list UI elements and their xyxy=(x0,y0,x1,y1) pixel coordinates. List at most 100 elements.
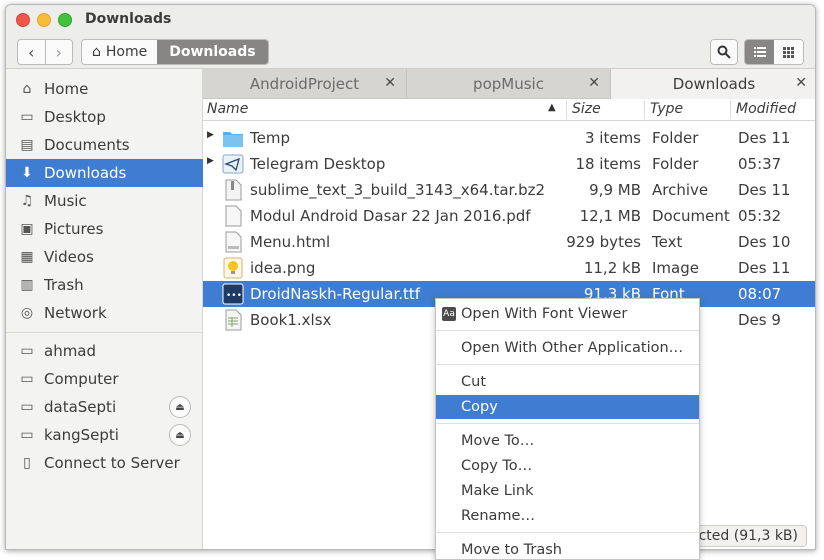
grid-view-icon xyxy=(783,46,794,58)
tab-label: Downloads xyxy=(672,75,756,93)
file-size: 12,1 MB xyxy=(579,207,641,225)
menu-item-open-with-other-application[interactable]: Open With Other Application… xyxy=(436,336,699,360)
menu-item-copy-to[interactable]: Copy To… xyxy=(436,454,699,478)
breadcrumb-home[interactable]: ⌂ Home xyxy=(82,40,158,64)
table-row[interactable]: idea.png 11,2 kB Image Des 11 xyxy=(203,255,815,281)
toolbar-right xyxy=(710,39,804,65)
sidebar-item-downloads[interactable]: ⬇ Downloads xyxy=(6,159,203,187)
menu-separator xyxy=(436,423,699,424)
chevron-right-icon: › xyxy=(55,42,62,62)
file-modified: 05:37 xyxy=(738,155,782,173)
back-button[interactable]: ‹ xyxy=(18,40,45,64)
sidebar-item-pictures[interactable]: ▣ Pictures xyxy=(6,215,203,243)
file-type: Folder xyxy=(652,155,699,173)
sidebar-item-videos[interactable]: ▦ Videos xyxy=(6,243,203,271)
file-modified: Des 9 xyxy=(738,311,781,329)
close-icon[interactable]: ✕ xyxy=(588,75,600,91)
document-icon xyxy=(225,205,242,227)
close-window-button[interactable] xyxy=(16,13,30,27)
column-type[interactable]: Type xyxy=(650,101,683,117)
window-title: Downloads xyxy=(85,11,172,27)
expand-arrow-icon[interactable]: ▶ xyxy=(207,156,214,166)
menu-item-cut[interactable]: Cut xyxy=(436,370,699,394)
sidebar-item-label: Documents xyxy=(44,136,130,154)
menu-item-move-to-trash[interactable]: Move to Trash xyxy=(436,538,699,559)
menu-item-label: Cut xyxy=(461,374,486,390)
close-icon[interactable]: ✕ xyxy=(384,75,396,91)
menu-separator xyxy=(436,532,699,533)
table-row[interactable]: Menu.html 929 bytes Text Des 10 xyxy=(203,229,815,255)
list-view-button[interactable] xyxy=(745,40,774,64)
eject-icon[interactable]: ⏏ xyxy=(169,396,191,418)
tab-downloads[interactable]: Downloads ✕ xyxy=(611,69,815,99)
column-name[interactable]: Name xyxy=(207,101,248,117)
downloads-icon: ⬇ xyxy=(21,165,33,181)
image-icon xyxy=(223,257,243,279)
sidebar-item-label: Connect to Server xyxy=(44,454,180,472)
home-icon: ⌂ xyxy=(92,44,101,60)
sidebar-item-label: Music xyxy=(44,192,87,210)
sidebar-item-computer[interactable]: ▭ Computer xyxy=(6,365,203,393)
menu-item-open-with-font-viewer[interactable]: Aa Open With Font Viewer xyxy=(436,302,699,326)
file-name: DroidNaskh-Regular.ttf xyxy=(250,285,421,303)
sidebar-item-documents[interactable]: ▤ Documents xyxy=(6,131,203,159)
close-icon[interactable]: ✕ xyxy=(795,75,807,91)
tab-popmusic[interactable]: popMusic ✕ xyxy=(407,69,611,99)
menu-separator xyxy=(436,330,699,331)
sidebar-item-network[interactable]: ◎ Network xyxy=(6,299,203,327)
file-modified: Des 11 xyxy=(738,259,791,277)
breadcrumb-downloads[interactable]: Downloads xyxy=(157,40,268,64)
menu-item-rename[interactable]: Rename… xyxy=(436,504,699,528)
forward-button[interactable]: › xyxy=(44,40,73,64)
sidebar-item-desktop[interactable]: ▭ Desktop xyxy=(6,103,203,131)
sidebar-item-label: Pictures xyxy=(44,220,104,238)
search-button[interactable] xyxy=(710,39,738,65)
telegram-folder-icon xyxy=(222,154,244,174)
menu-item-copy[interactable]: Copy xyxy=(436,395,699,419)
column-divider xyxy=(730,101,731,119)
sidebar-item-music[interactable]: ♫ Music xyxy=(6,187,203,215)
file-type: Document xyxy=(652,207,730,225)
chevron-left-icon: ‹ xyxy=(28,42,35,62)
column-header: Name ▲ Size Type Modified xyxy=(203,99,815,121)
table-row[interactable]: ▶ Telegram Desktop 18 items Folder 05:37 xyxy=(203,151,815,177)
navigation-buttons: ‹ › xyxy=(17,39,73,65)
network-icon: ◎ xyxy=(20,305,34,321)
menu-item-label: Rename… xyxy=(461,508,535,524)
file-size: 3 items xyxy=(584,129,641,147)
menu-item-label: Open With Other Application… xyxy=(461,340,684,356)
file-size: 929 bytes xyxy=(566,233,641,251)
sidebar-item-ahmad[interactable]: ▭ ahmad xyxy=(6,337,203,365)
menu-item-label: Open With Font Viewer xyxy=(461,306,628,322)
expand-arrow-icon[interactable]: ▶ xyxy=(207,130,214,140)
sidebar-item-label: kangSepti xyxy=(44,426,119,444)
table-row[interactable]: sublime_text_3_build_3143_x64.tar.bz2 9,… xyxy=(203,177,815,203)
file-modified: Des 10 xyxy=(738,233,791,251)
archive-icon xyxy=(225,179,242,201)
menu-item-label: Move To… xyxy=(461,433,535,449)
toolbar: ‹ › ⌂ Home Downloads xyxy=(6,35,815,69)
table-row[interactable]: Modul Android Dasar 22 Jan 2016.pdf 12,1… xyxy=(203,203,815,229)
menu-item-make-link[interactable]: Make Link xyxy=(436,479,699,503)
sidebar-item-dataSepti[interactable]: ▭ dataSepti ⏏ xyxy=(6,393,203,421)
sidebar-item-label: Computer xyxy=(44,370,119,388)
eject-icon[interactable]: ⏏ xyxy=(169,424,191,446)
column-size[interactable]: Size xyxy=(572,101,601,117)
table-row[interactable]: ▶ Temp 3 items Folder Des 11 xyxy=(203,125,815,151)
tab-bar: AndroidProject ✕ popMusic ✕ Downloads ✕ xyxy=(203,69,815,99)
sidebar-item-connect-to-server[interactable]: ▯ Connect to Server xyxy=(6,449,203,477)
grid-view-button[interactable] xyxy=(774,40,803,64)
file-type: Image xyxy=(652,259,699,277)
sidebar-item-kangSepti[interactable]: ▭ kangSepti ⏏ xyxy=(6,421,203,449)
sidebar-item-home[interactable]: ⌂ Home xyxy=(6,75,203,103)
file-modified: 05:32 xyxy=(738,207,782,225)
tab-androidproject[interactable]: AndroidProject ✕ xyxy=(203,69,407,99)
sidebar: ⌂ Home ▭ Desktop ▤ Documents ⬇ Downloads ♫ Mu… xyxy=(6,69,203,549)
menu-item-label: Copy xyxy=(461,399,498,415)
maximize-window-button[interactable] xyxy=(58,13,72,27)
sidebar-item-trash[interactable]: ▥ Trash xyxy=(6,271,203,299)
server-icon: ▯ xyxy=(23,455,31,471)
column-modified[interactable]: Modified xyxy=(736,101,796,117)
minimize-window-button[interactable] xyxy=(37,13,51,27)
menu-item-move-to[interactable]: Move To… xyxy=(436,429,699,453)
